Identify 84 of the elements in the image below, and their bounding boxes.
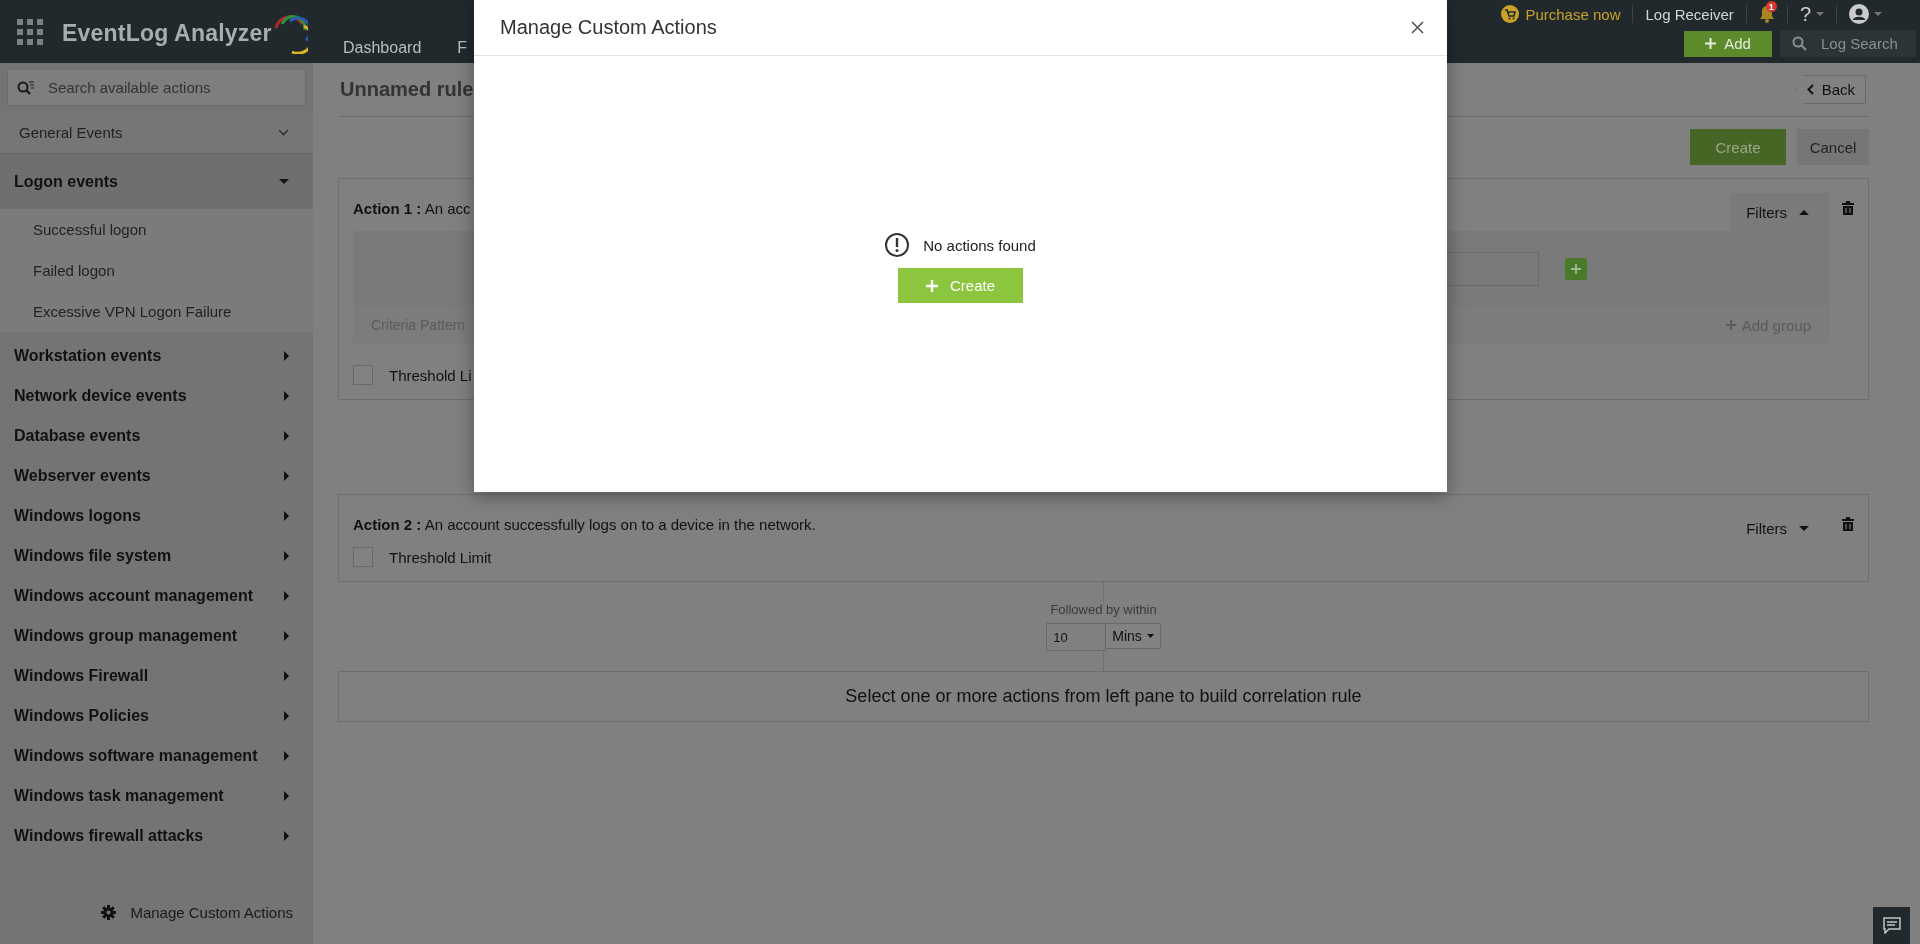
- action-item[interactable]: Failed logon: [0, 250, 313, 291]
- category-label: General Events: [19, 124, 123, 141]
- action-item[interactable]: Excessive VPN Logon Failure: [0, 291, 313, 332]
- category-item[interactable]: Windows Policies: [0, 696, 313, 736]
- search-icon: [1792, 36, 1807, 51]
- category-label: Network device events: [14, 387, 187, 405]
- manage-custom-actions-link[interactable]: Manage Custom Actions: [101, 903, 293, 921]
- empty-message: No actions found: [923, 236, 1036, 254]
- log-search-field[interactable]: Log Search: [1780, 30, 1916, 57]
- cancel-button[interactable]: Cancel: [1797, 129, 1869, 165]
- category-item[interactable]: Windows task management: [0, 776, 313, 816]
- gear-icon: [101, 904, 117, 920]
- threshold-label: Threshold Limit: [389, 548, 492, 566]
- apps-grid-icon[interactable]: [17, 18, 43, 45]
- category-label: Windows account management: [14, 587, 253, 605]
- category-item[interactable]: Windows group management: [0, 616, 313, 656]
- category-label: Windows group management: [14, 627, 237, 645]
- action-title: Action 1 : An acc: [353, 199, 471, 217]
- help-button[interactable]: ?: [1799, 2, 1824, 26]
- trash-icon[interactable]: [1842, 517, 1854, 531]
- add-button[interactable]: Add: [1684, 30, 1772, 57]
- category-item[interactable]: Windows logons: [0, 496, 313, 536]
- category-label: Windows firewall attacks: [14, 827, 204, 845]
- trash-icon[interactable]: [1842, 201, 1854, 215]
- category-item[interactable]: Windows Firewall: [0, 656, 313, 696]
- purchase-link[interactable]: Purchase now: [1501, 5, 1621, 23]
- chat-bubble-icon: [1882, 917, 1901, 934]
- category-item[interactable]: Logon events: [0, 154, 313, 209]
- plus-icon: [926, 279, 938, 292]
- back-button[interactable]: Back: [1795, 75, 1866, 104]
- cart-icon: [1501, 5, 1520, 23]
- category-label: Workstation events: [14, 347, 162, 365]
- checkbox[interactable]: [353, 547, 373, 567]
- interval-field[interactable]: 10: [1046, 623, 1107, 651]
- action-title: Action 2 : An account successfully logs on to a device in the network.: [353, 515, 816, 533]
- category-label: Windows logons: [14, 507, 141, 525]
- plus-icon: [1571, 264, 1581, 274]
- category-item[interactable]: Windows account management: [0, 576, 313, 616]
- connector-label: Followed by within: [1050, 602, 1157, 617]
- category-label: Windows Firewall: [14, 667, 149, 685]
- category-item[interactable]: Windows software management: [0, 736, 313, 776]
- plus-icon: [1725, 320, 1736, 330]
- filters-toggle[interactable]: Filters: [1730, 509, 1829, 547]
- exclamation-icon: [885, 233, 910, 257]
- logo-text: EventLog Analyzer: [62, 20, 272, 47]
- category-item[interactable]: Workstation events: [0, 336, 313, 376]
- chevron-left-icon: [1806, 84, 1814, 95]
- category-label: Windows file system: [14, 547, 172, 565]
- search-field[interactable]: Search available actions: [7, 69, 306, 106]
- threshold-label: Threshold Li: [389, 366, 472, 384]
- create-button[interactable]: Create: [898, 268, 1023, 303]
- nav-tab[interactable]: F: [457, 39, 468, 57]
- filters-toggle[interactable]: Filters: [1730, 193, 1829, 231]
- category-item[interactable]: Network device events: [0, 376, 313, 416]
- caret-icon: [1799, 209, 1809, 215]
- caret-icon: [1874, 12, 1882, 16]
- caret-icon: [1799, 525, 1809, 531]
- category-item[interactable]: Webserver events: [0, 456, 313, 496]
- chat-button[interactable]: [1873, 907, 1910, 944]
- empty-rule-message: Select one or more actions from left pane to build correlation rule: [338, 671, 1869, 722]
- unit-dropdown[interactable]: Mins: [1106, 623, 1161, 649]
- create-button[interactable]: Create: [1690, 129, 1786, 165]
- close-icon[interactable]: [1411, 21, 1424, 34]
- checkbox[interactable]: [353, 365, 373, 385]
- category-item[interactable]: Windows file system: [0, 536, 313, 576]
- category-label: Logon events: [14, 172, 118, 191]
- caret-icon: [1816, 12, 1824, 16]
- notification-badge: 1: [1765, 1, 1777, 12]
- category-item[interactable]: Windows firewall attacks: [0, 816, 313, 856]
- search-icon: [17, 80, 35, 96]
- modal-title: Manage Custom Actions: [500, 16, 717, 39]
- plus-icon: [1705, 38, 1717, 49]
- caret-icon: [1146, 634, 1154, 638]
- category-label: Database events: [14, 427, 141, 445]
- nav-tab[interactable]: Dashboard: [343, 39, 422, 57]
- user-avatar-icon[interactable]: [1849, 4, 1869, 24]
- category-label: Windows task management: [14, 787, 224, 805]
- category-label: Webserver events: [14, 467, 151, 485]
- action-item[interactable]: Successful logon: [0, 209, 313, 250]
- category-label: Windows Policies: [14, 707, 149, 725]
- category-label: Windows software management: [14, 747, 258, 765]
- category-item[interactable]: Database events: [0, 416, 313, 456]
- log-receiver-link[interactable]: Log Receiver: [1645, 5, 1734, 23]
- rule-title: Unnamed rule: [339, 78, 474, 101]
